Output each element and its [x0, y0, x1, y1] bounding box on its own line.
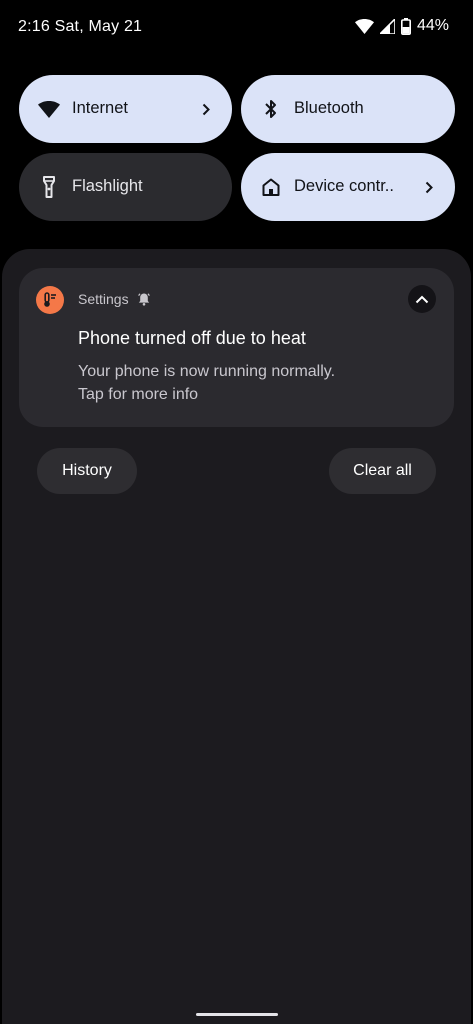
bluetooth-icon: [260, 98, 282, 120]
thermometer-icon: [36, 286, 64, 314]
notification-shade-screen: 2:16 Sat, May 21 44% Internet Bluetooth: [0, 0, 473, 1024]
cell-signal-icon: [379, 18, 395, 34]
chevron-up-icon: [415, 295, 429, 303]
tile-device-controls-label: Device contr..: [294, 177, 394, 195]
wifi-icon: [354, 18, 374, 34]
status-icons: 44%: [354, 17, 449, 35]
tile-internet-label: Internet: [72, 99, 128, 117]
tile-internet[interactable]: Internet: [19, 75, 232, 143]
wifi-icon: [38, 98, 60, 120]
notification-app-name: Settings: [78, 291, 129, 307]
home-indicator[interactable]: [196, 1013, 278, 1016]
notification-body: Your phone is now running normally. Tap …: [78, 360, 335, 406]
notification-body-line: Your phone is now running normally.: [78, 363, 336, 380]
collapse-button[interactable]: [408, 285, 436, 313]
bell-icon: [137, 292, 151, 306]
notification-title: Phone turned off due to heat: [78, 328, 306, 348]
flashlight-icon: [38, 176, 60, 198]
tile-flashlight-label: Flashlight: [72, 177, 143, 195]
chevron-right-icon: [200, 101, 212, 117]
tile-device-controls[interactable]: Device contr..: [241, 153, 455, 221]
notification-body-line: Tap for more info: [78, 386, 199, 403]
tile-bluetooth-label: Bluetooth: [294, 99, 364, 117]
clear-all-button[interactable]: Clear all: [329, 448, 436, 494]
status-bar: 2:16 Sat, May 21 44%: [0, 0, 473, 56]
status-time: 2:16 Sat, May 21: [18, 18, 143, 35]
battery-percent: 44%: [416, 17, 449, 34]
chevron-right-icon: [423, 179, 435, 195]
notification-card[interactable]: Settings Phone turned off due to heat Yo…: [19, 268, 454, 427]
history-button[interactable]: History: [37, 448, 137, 494]
tile-flashlight[interactable]: Flashlight: [19, 153, 232, 221]
tile-bluetooth[interactable]: Bluetooth: [241, 75, 455, 143]
home-icon: [260, 176, 282, 198]
battery-icon: [400, 17, 411, 35]
